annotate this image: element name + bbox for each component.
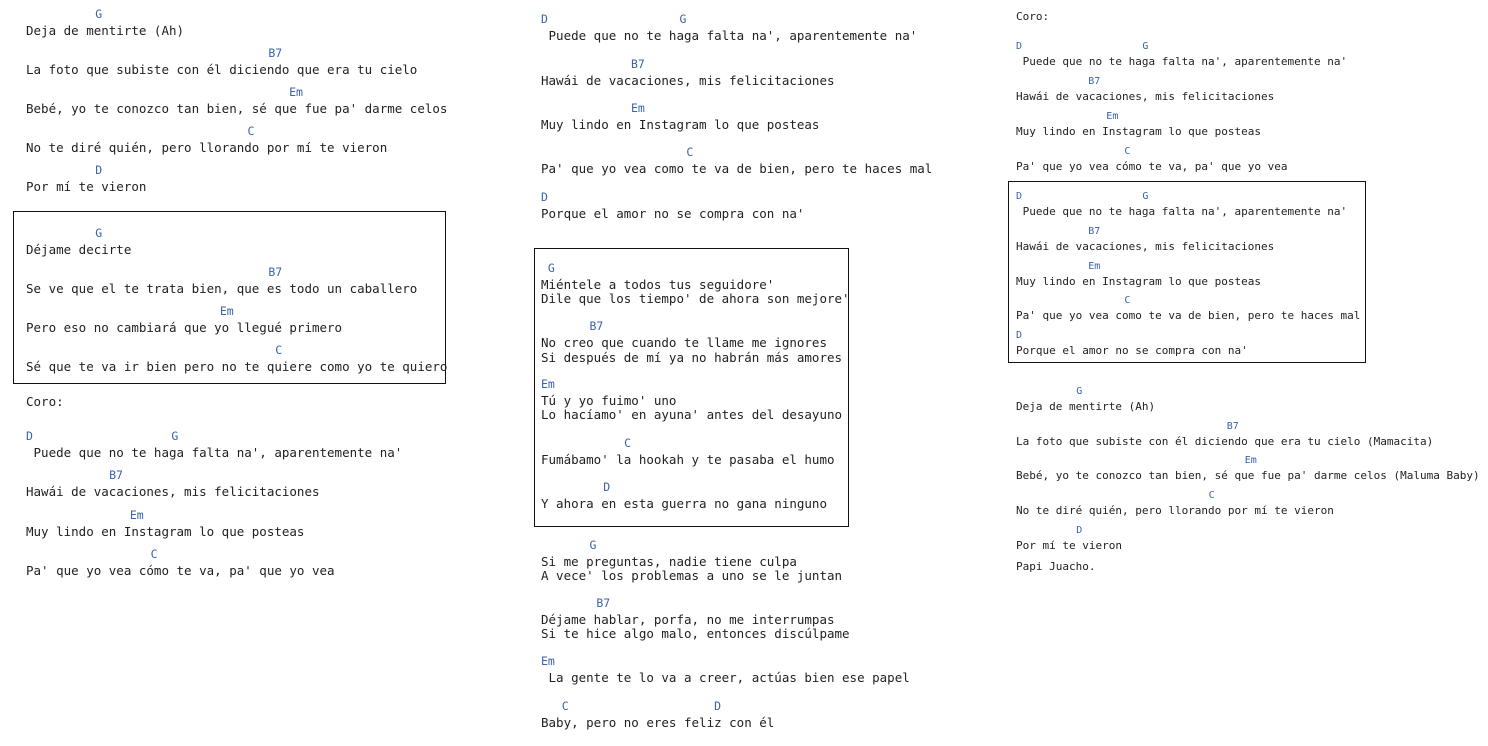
lyric-line: No te diré quién, pero llorando por mí t… [1016, 504, 1334, 517]
lyric-line: Déjame hablar, porfa, no me interrumpas [541, 612, 835, 627]
lyric-line: Hawái de vacaciones, mis felicitaciones [26, 484, 320, 499]
chord-line: G [541, 261, 555, 275]
chord-line: B7 [541, 319, 604, 333]
lyric-line: Pa' que yo vea como te va de bien, pero … [1016, 309, 1361, 322]
lyric-line: La foto que subiste con él diciendo que … [1016, 435, 1434, 448]
lyric-line: Se ve que el te trata bien, que es todo … [26, 281, 418, 296]
chord-line: Em [1016, 111, 1119, 122]
chord-line: D [26, 163, 103, 177]
lyric-line: Pero eso no cambiará que yo llegué prime… [26, 320, 343, 335]
chord-line: B7 [1016, 421, 1239, 432]
lyric-line: Por mí te vieron [26, 179, 147, 194]
lyric-line: Sé que te va ir bien pero no te quiere c… [26, 359, 448, 374]
chord-line: D G [541, 12, 687, 26]
chord-line: Em [26, 508, 144, 522]
chord-line: Em [541, 654, 555, 668]
lyric-line: Bebé, yo te conozco tan bien, sé que fue… [1016, 469, 1480, 482]
lyric-line: Pa' que yo vea cómo te va, pa' que yo ve… [1016, 160, 1288, 173]
chord-line: C [541, 436, 632, 450]
chord-line: B7 [541, 596, 611, 610]
lyric-line: Hawái de vacaciones, mis felicitaciones [1016, 90, 1275, 103]
chord-line: C [26, 124, 255, 138]
chord-line: G [541, 538, 597, 552]
lyric-line: Si te hice algo malo, entonces discúlpam… [541, 626, 850, 641]
chord-line: D [541, 190, 548, 204]
chord-line: C D [541, 699, 722, 713]
lyric-line: Lo hacíamo' en ayuna' antes del desayuno [541, 407, 843, 422]
lyric-line: Si después de mí ya no habrán más amores [541, 350, 843, 365]
lyric-line: Papi Juacho. [1016, 560, 1096, 573]
lyric-line: Puede que no te haga falta na', aparente… [1016, 55, 1348, 68]
lyric-line: Si me preguntas, nadie tiene culpa [541, 554, 797, 569]
lyric-line: Fumábamo' la hookah y te pasaba el humo [541, 452, 835, 467]
chord-line: B7 [26, 265, 283, 279]
lyric-line: Hawái de vacaciones, mis felicitaciones [541, 73, 835, 88]
chord-line: B7 [541, 57, 645, 71]
chord-line: C [541, 145, 694, 159]
lyric-line: Deja de mentirte (Ah) [26, 23, 185, 38]
section-label: Coro: [1016, 10, 1050, 23]
lyric-line: Muy lindo en Instagram lo que posteas [26, 524, 305, 539]
chord-line: B7 [26, 468, 123, 482]
chord-line: G [26, 226, 103, 240]
chord-line: D G [1016, 41, 1149, 52]
lyric-line: Miéntele a todos tus seguidore' [541, 277, 775, 292]
lyric-line: La gente te lo va a creer, actúas bien e… [541, 670, 910, 685]
chord-line: C [1016, 295, 1131, 306]
chord-line: G [26, 7, 103, 21]
lyric-line: Déjame decirte [26, 242, 132, 257]
lyric-line: Muy lindo en Instagram lo que posteas [541, 117, 820, 132]
lyric-line: Puede que no te haga falta na', aparente… [26, 445, 403, 460]
chord-line: Em [541, 101, 645, 115]
lyric-line: Por mí te vieron [1016, 539, 1122, 552]
lyric-line: Puede que no te haga falta na', aparente… [1016, 205, 1348, 218]
lyric-line: Muy lindo en Instagram lo que posteas [1016, 125, 1262, 138]
lyric-line: La foto que subiste con él diciendo que … [26, 62, 418, 77]
lyric-line: Hawái de vacaciones, mis felicitaciones [1016, 240, 1275, 253]
chord-line: D G [1016, 191, 1149, 202]
lyric-line: Muy lindo en Instagram lo que posteas [1016, 275, 1262, 288]
chord-line: C [26, 547, 158, 561]
chord-line: D [1016, 330, 1023, 341]
chord-line: Em [1016, 261, 1101, 272]
lyric-line: Porque el amor no se compra con na' [541, 206, 805, 221]
lyric-line: Porque el amor no se compra con na' [1016, 344, 1248, 357]
lyric-line: Pa' que yo vea como te va de bien, pero … [541, 161, 933, 176]
chord-line: C [26, 343, 283, 357]
chord-line: Em [541, 377, 555, 391]
chord-line: D G [26, 429, 179, 443]
chord-line: D [541, 480, 611, 494]
chord-line: C [1016, 146, 1131, 157]
lyric-line: Puede que no te haga falta na', aparente… [541, 28, 918, 43]
section-label: Coro: [26, 394, 64, 409]
lyric-line: Baby, pero no eres feliz con él [541, 715, 775, 730]
lyric-line: Bebé, yo te conozco tan bien, sé que fue… [26, 101, 448, 116]
lyric-line: No te diré quién, pero llorando por mí t… [26, 140, 388, 155]
chord-line: Em [1016, 455, 1257, 466]
chord-line: C [1016, 490, 1215, 501]
chord-line: Em [26, 304, 234, 318]
chord-line: G [1016, 386, 1083, 397]
chord-line: D [1016, 525, 1083, 536]
chord-line: B7 [1016, 76, 1101, 87]
lyric-line: Y ahora en esta guerra no gana ninguno [541, 496, 827, 511]
lyric-line: Deja de mentirte (Ah) [1016, 400, 1156, 413]
chord-line: B7 [1016, 226, 1101, 237]
lyric-line: Pa' que yo vea cómo te va, pa' que yo ve… [26, 563, 335, 578]
lyric-line: No creo que cuando te llame me ignores [541, 335, 827, 350]
lyric-line: Dile que los tiempo' de ahora son mejore… [541, 291, 850, 306]
chord-line: Em [26, 85, 303, 99]
lyric-line: A vece' los problemas a uno se le juntan [541, 568, 843, 583]
chord-line: B7 [26, 46, 283, 60]
lyric-line: Tú y yo fuimo' uno [541, 393, 677, 408]
